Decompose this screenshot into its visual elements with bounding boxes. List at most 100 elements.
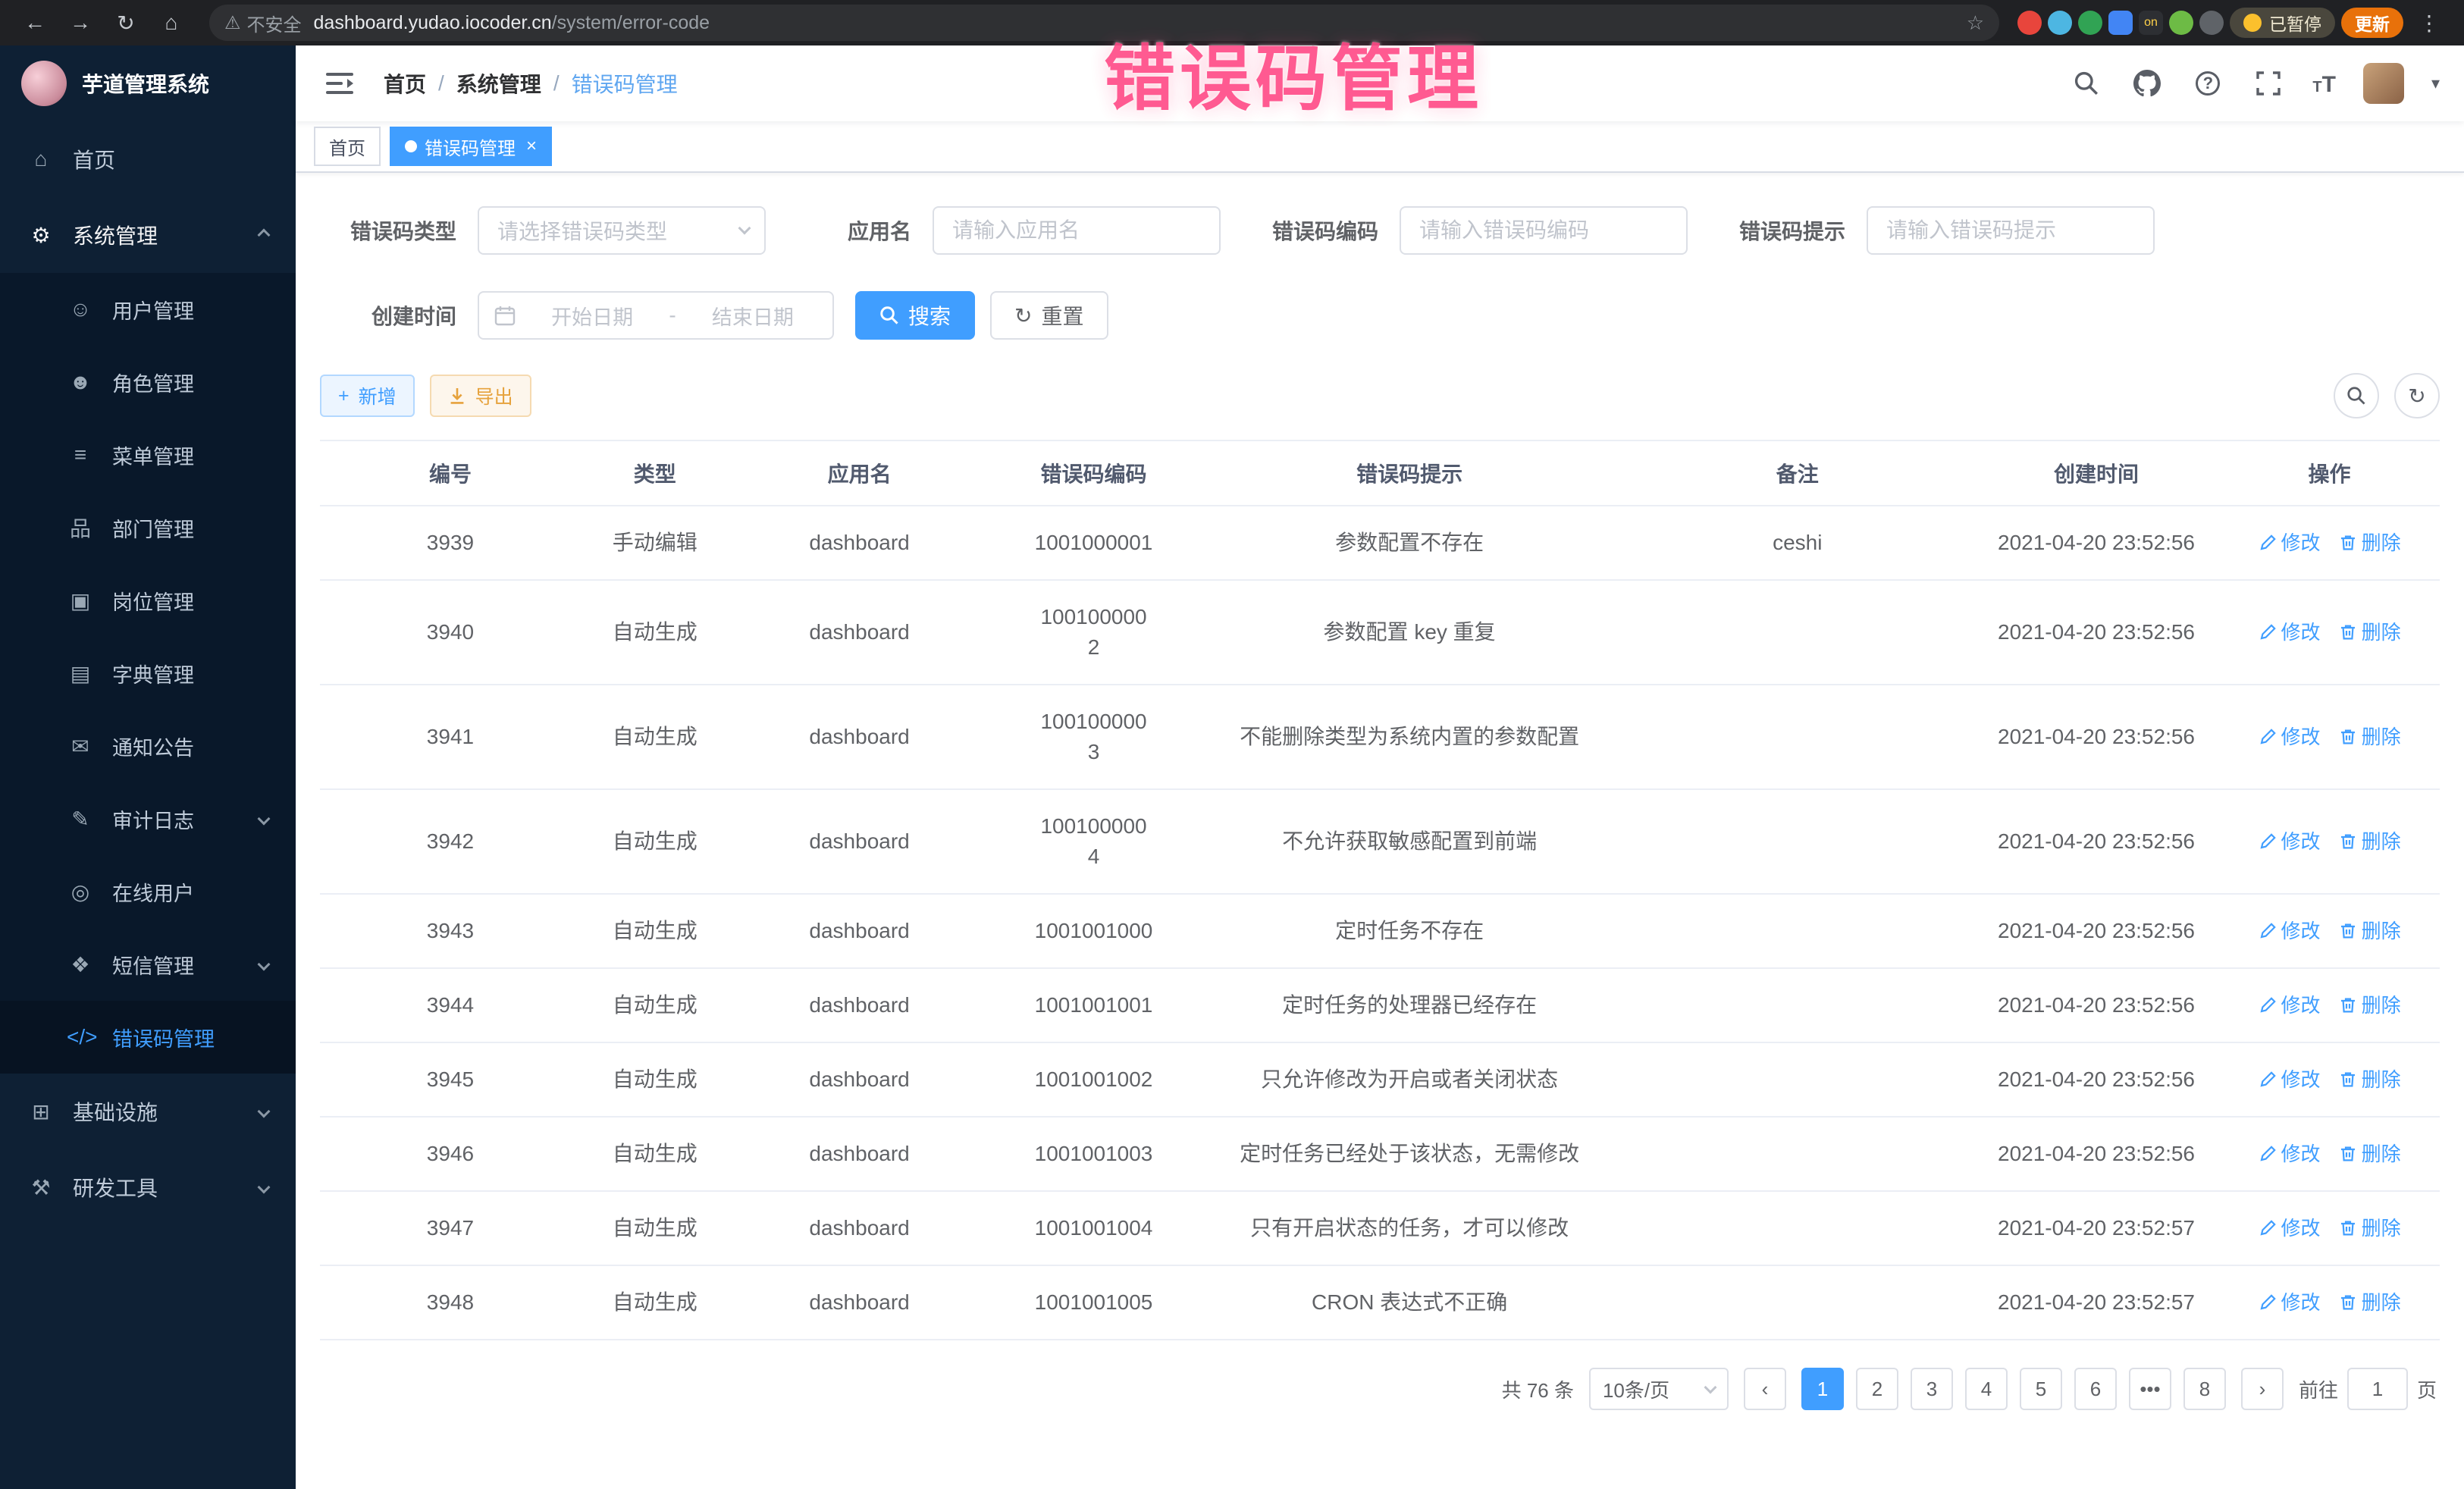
edit-link[interactable]: 修改 <box>2259 1287 2321 1318</box>
extension-leaf-icon[interactable] <box>2169 11 2193 35</box>
browser-menu-icon[interactable]: ⋮ <box>2409 6 2449 39</box>
date-range-picker[interactable]: 开始日期 - 结束日期 <box>478 291 834 340</box>
sidebar-item-home[interactable]: ⌂ 首页 <box>0 121 296 197</box>
avatar[interactable] <box>2363 63 2404 104</box>
extension-green-check-icon[interactable] <box>2078 11 2102 35</box>
show-search-toggle-button[interactable] <box>2334 373 2379 418</box>
error-code-input[interactable] <box>1400 206 1688 255</box>
next-page-button[interactable]: › <box>2241 1368 2284 1410</box>
delete-link[interactable]: 删除 <box>2339 617 2401 647</box>
delete-link[interactable]: 删除 <box>2339 826 2401 857</box>
not-secure-label[interactable]: ⚠ 不安全 <box>224 10 302 36</box>
sidebar-subitem[interactable]: ❖ 短信管理 <box>0 928 296 1001</box>
extension-puzzle-icon[interactable] <box>2199 11 2224 35</box>
page-button[interactable]: 4 <box>1965 1368 2008 1410</box>
edit-link[interactable]: 修改 <box>2259 617 2321 647</box>
extension-blue-icon[interactable] <box>2048 11 2072 35</box>
app-logo[interactable]: 芋道管理系统 <box>0 45 296 121</box>
sidebar-subitem[interactable]: ✉ 通知公告 <box>0 710 296 782</box>
table-column-header[interactable]: 错误码提示 <box>1198 441 1622 505</box>
delete-link[interactable]: 删除 <box>2339 1213 2401 1243</box>
page-size-select[interactable]: 10条/页 <box>1589 1368 1729 1410</box>
sidebar-subitem[interactable]: ≡ 菜单管理 <box>0 418 296 491</box>
table-column-header[interactable]: 类型 <box>581 441 729 505</box>
browser-home-icon[interactable]: ⌂ <box>152 6 191 39</box>
address-bar[interactable]: ⚠ 不安全 dashboard.yudao.iocoder.cn/system/… <box>209 5 1999 41</box>
search-button[interactable]: 搜索 <box>855 291 975 340</box>
sidebar-collapse-icon[interactable] <box>320 65 359 102</box>
search-icon[interactable] <box>2070 67 2103 100</box>
sidebar-subitem[interactable]: 品 部门管理 <box>0 491 296 564</box>
edit-link[interactable]: 修改 <box>2259 722 2321 752</box>
bookmark-star-icon[interactable]: ☆ <box>1967 11 1984 35</box>
table-column-header[interactable]: 错误码编码 <box>990 441 1198 505</box>
sidebar-subitem[interactable]: ▣ 岗位管理 <box>0 564 296 637</box>
table-column-header[interactable]: 备注 <box>1622 441 1973 505</box>
add-button[interactable]: + 新增 <box>320 375 415 417</box>
sidebar-item-system-management[interactable]: ⚙ 系统管理 <box>0 197 296 273</box>
close-icon[interactable]: × <box>526 136 537 157</box>
sidebar-subitem[interactable]: ◎ 在线用户 <box>0 855 296 928</box>
font-size-icon[interactable]: TT <box>2312 70 2336 98</box>
page-button[interactable]: 6 <box>2074 1368 2117 1410</box>
edit-link[interactable]: 修改 <box>2259 1139 2321 1169</box>
edit-link[interactable]: 修改 <box>2259 1213 2321 1243</box>
table-column-header[interactable]: 应用名 <box>729 441 990 505</box>
trash-icon <box>2339 728 2357 746</box>
sidebar-item-infrastructure[interactable]: ⊞ 基础设施 <box>0 1074 296 1149</box>
page-button[interactable]: 1 <box>1801 1368 1844 1410</box>
breadcrumb-home[interactable]: 首页 <box>384 68 426 99</box>
breadcrumb-system[interactable]: 系统管理 <box>456 68 541 99</box>
edit-link[interactable]: 修改 <box>2259 916 2321 946</box>
delete-link[interactable]: 删除 <box>2339 1064 2401 1095</box>
delete-link[interactable]: 删除 <box>2339 990 2401 1020</box>
delete-link[interactable]: 删除 <box>2339 916 2401 946</box>
sidebar-subitem[interactable]: ☻ 角色管理 <box>0 346 296 418</box>
chevron-down-icon <box>258 958 271 971</box>
extension-grid-icon[interactable] <box>2108 11 2133 35</box>
edit-link[interactable]: 修改 <box>2259 826 2321 857</box>
sidebar-subitem[interactable]: ☺ 用户管理 <box>0 273 296 346</box>
github-icon[interactable] <box>2130 67 2164 100</box>
sidebar-subitem[interactable]: ✎ 审计日志 <box>0 782 296 855</box>
page-button[interactable]: 3 <box>1911 1368 1953 1410</box>
export-button[interactable]: 导出 <box>430 375 531 417</box>
tab-home[interactable]: 首页 <box>314 127 381 166</box>
page-button[interactable]: 8 <box>2183 1368 2226 1410</box>
error-type-select[interactable]: 请选择错误码类型 <box>478 206 766 255</box>
back-icon[interactable]: ← <box>15 6 55 39</box>
tab-error-code[interactable]: 错误码管理 × <box>390 127 552 166</box>
extension-on-badge[interactable]: on <box>2139 11 2163 35</box>
page-button[interactable]: ••• <box>2129 1368 2171 1410</box>
help-icon[interactable]: ? <box>2191 67 2224 100</box>
cell-hint: 只允许修改为开启或者关闭状态 <box>1198 1043 1622 1116</box>
sidebar-item-dev-tools[interactable]: ⚒ 研发工具 <box>0 1149 296 1225</box>
app-name-input[interactable] <box>933 206 1221 255</box>
goto-page-input[interactable] <box>2347 1368 2408 1410</box>
paused-chip[interactable]: 已暂停 <box>2230 8 2335 38</box>
delete-link[interactable]: 删除 <box>2339 722 2401 752</box>
edit-link[interactable]: 修改 <box>2259 528 2321 558</box>
forward-icon[interactable]: → <box>61 6 100 39</box>
table-column-header[interactable]: 操作 <box>2219 441 2440 505</box>
delete-link[interactable]: 删除 <box>2339 1139 2401 1169</box>
reload-icon[interactable]: ↻ <box>106 6 146 39</box>
table-column-header[interactable]: 编号 <box>320 441 581 505</box>
edit-link[interactable]: 修改 <box>2259 990 2321 1020</box>
refresh-table-button[interactable]: ↻ <box>2394 373 2440 418</box>
edit-link[interactable]: 修改 <box>2259 1064 2321 1095</box>
error-hint-input[interactable] <box>1867 206 2155 255</box>
delete-link[interactable]: 删除 <box>2339 1287 2401 1318</box>
page-button[interactable]: 2 <box>1856 1368 1898 1410</box>
sidebar-subitem[interactable]: </> 错误码管理 <box>0 1001 296 1074</box>
page-button[interactable]: 5 <box>2020 1368 2062 1410</box>
table-column-header[interactable]: 创建时间 <box>1973 441 2219 505</box>
sidebar-subitem[interactable]: ▤ 字典管理 <box>0 637 296 710</box>
fullscreen-icon[interactable] <box>2252 67 2285 100</box>
delete-link[interactable]: 删除 <box>2339 528 2401 558</box>
caret-down-icon[interactable]: ▾ <box>2431 74 2440 93</box>
update-button[interactable]: 更新 <box>2341 8 2403 38</box>
extension-red-icon[interactable] <box>2017 11 2042 35</box>
prev-page-button[interactable]: ‹ <box>1744 1368 1786 1410</box>
reset-button[interactable]: ↻ 重置 <box>990 291 1108 340</box>
